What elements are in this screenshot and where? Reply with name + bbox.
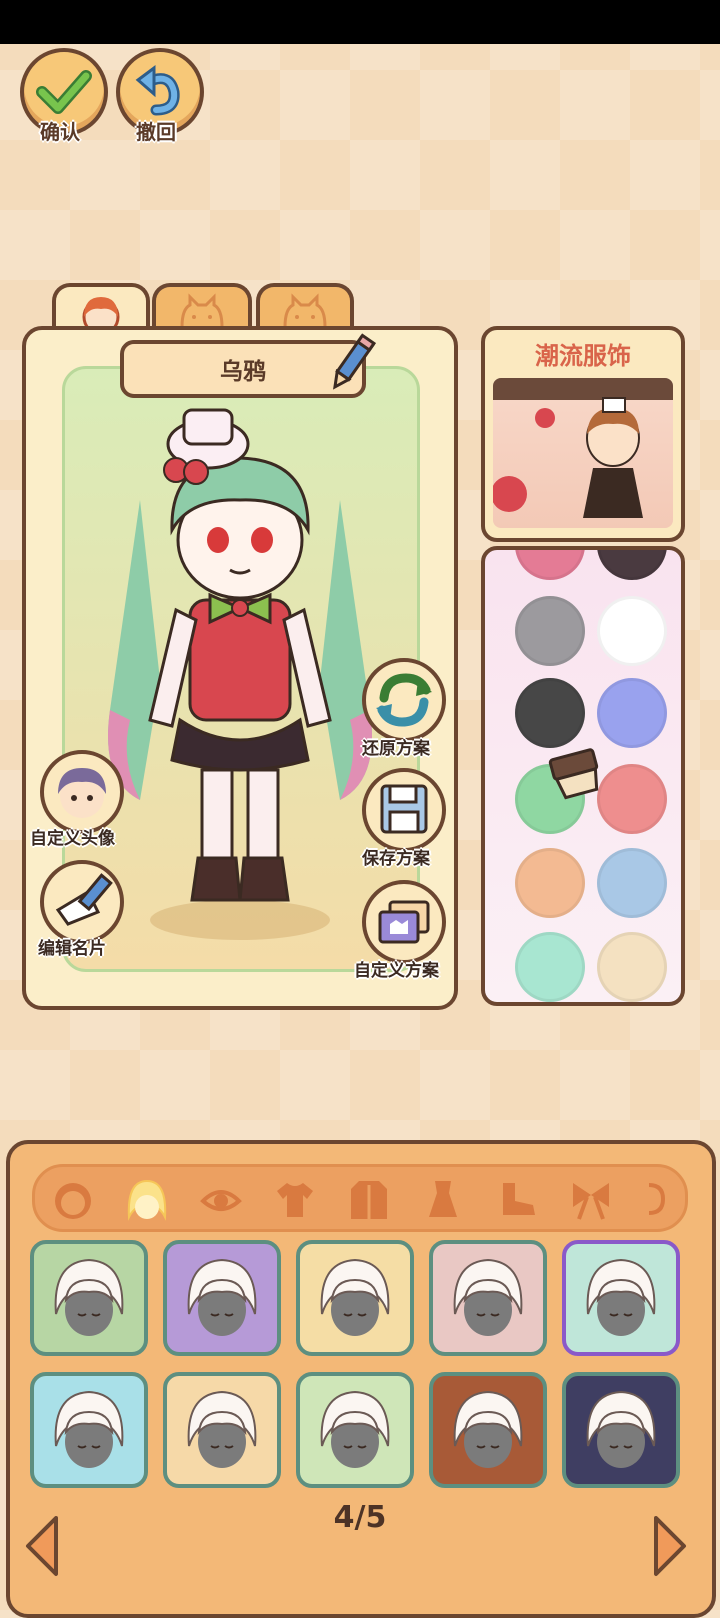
hairstyle-preview (320, 1390, 390, 1468)
hair-item[interactable] (30, 1372, 148, 1488)
custom-plan-label: 自定义方案 (354, 961, 439, 981)
edit-card-icon (55, 873, 113, 926)
character-card: 乌鸦 自定义头像 编辑名片 还原方案 保存方案 自定义方案 (22, 326, 458, 1010)
custom-avatar-button[interactable] (40, 750, 124, 834)
custom-avatar-label: 自定义头像 (30, 829, 115, 849)
confirm-label: 确认 (40, 120, 80, 144)
shirt-icon[interactable] (273, 1177, 317, 1221)
color-swatch[interactable] (515, 596, 585, 666)
coat-icon[interactable] (347, 1177, 391, 1221)
save-plan-label: 保存方案 (362, 849, 430, 869)
color-swatch[interactable] (597, 596, 667, 666)
wardrobe-panel (6, 1140, 716, 1618)
hair-icon[interactable] (125, 1177, 169, 1221)
hair-item[interactable] (562, 1240, 680, 1356)
restore-plan-button[interactable] (362, 658, 446, 742)
eye-icon[interactable] (199, 1177, 243, 1221)
hairstyle-preview (453, 1258, 523, 1336)
color-swatch[interactable] (515, 678, 585, 748)
floppy-disk-icon (380, 784, 428, 834)
hair-item[interactable] (562, 1372, 680, 1488)
color-swatch[interactable] (597, 932, 667, 1002)
hair-item[interactable] (429, 1372, 547, 1488)
hair-item[interactable] (163, 1240, 281, 1356)
paint-brush-icon (548, 748, 599, 800)
refresh-icon (376, 673, 432, 727)
color-swatch[interactable] (597, 848, 667, 918)
hairstyle-preview (187, 1390, 257, 1468)
trendy-fashion-card[interactable]: 潮流服饰 (481, 326, 685, 542)
category-bar (32, 1164, 688, 1232)
save-plan-button[interactable] (362, 768, 446, 852)
shoe-icon[interactable] (495, 1177, 539, 1221)
character-avatar (108, 408, 372, 940)
hair-item[interactable] (296, 1240, 414, 1356)
previous-page-arrow-icon[interactable] (22, 1514, 62, 1578)
color-swatch[interactable] (597, 550, 667, 580)
hair-item[interactable] (163, 1372, 281, 1488)
custom-plan-button[interactable] (362, 880, 446, 964)
edit-card-button[interactable] (40, 860, 124, 944)
dress-icon[interactable] (421, 1177, 465, 1221)
trendy-fashion-preview (493, 378, 673, 528)
undo-label: 撤回 (136, 120, 176, 144)
face-icon[interactable] (51, 1177, 95, 1221)
outfit-cards-icon (378, 900, 430, 944)
hairstyle-preview (320, 1258, 390, 1336)
color-swatch[interactable] (597, 678, 667, 748)
color-swatch[interactable] (515, 932, 585, 1002)
undo-arrow-icon (135, 65, 180, 116)
hairstyle-preview (187, 1258, 257, 1336)
checkmark-icon (36, 70, 92, 114)
color-palette (481, 546, 685, 1006)
edit-card-label: 编辑名片 (38, 939, 106, 959)
status-bar (0, 0, 720, 44)
hairstyle-preview (54, 1390, 124, 1468)
next-page-arrow-icon[interactable] (650, 1514, 690, 1578)
color-swatch[interactable] (515, 848, 585, 918)
avatar-portrait-icon (58, 768, 106, 818)
hairstyle-preview (54, 1258, 124, 1336)
hair-item[interactable] (296, 1372, 414, 1488)
hairstyle-preview (453, 1390, 523, 1468)
hair-item[interactable] (429, 1240, 547, 1356)
bow-icon[interactable] (569, 1177, 613, 1221)
hairstyle-preview (586, 1390, 656, 1468)
hair-item[interactable] (30, 1240, 148, 1356)
restore-plan-label: 还原方案 (362, 739, 430, 759)
hairstyle-preview (586, 1258, 656, 1336)
more-categories-icon[interactable] (639, 1177, 669, 1221)
trendy-fashion-title: 潮流服饰 (535, 342, 631, 370)
page-indicator: 4/5 (333, 1500, 387, 1535)
color-swatch[interactable] (515, 550, 585, 580)
